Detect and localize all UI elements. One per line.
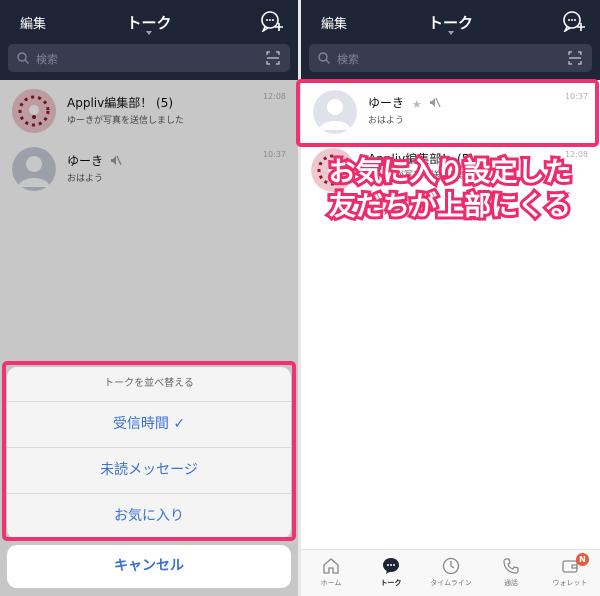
clock-icon: [442, 557, 460, 575]
chat-row-yuki-favorite[interactable]: ゆーき ★ おはよう 10:37: [301, 80, 600, 144]
left-screen: 編集 トーク 検索 Appliv編集部！ (5) ゆーきが写真を送信しました 1…: [0, 0, 298, 596]
home-icon: [323, 558, 339, 574]
chat-time: 10:37: [262, 150, 286, 159]
default-avatar: [313, 90, 357, 134]
chat-name-row: ゆーき ★: [368, 94, 441, 111]
favorite-star-icon: ★: [411, 98, 422, 111]
search-bar[interactable]: 検索: [309, 44, 592, 72]
page-title[interactable]: トーク: [301, 12, 600, 33]
tab-label: トーク: [380, 579, 402, 587]
group-avatar: [12, 89, 56, 133]
search-icon: [318, 52, 330, 64]
search-input[interactable]: 検索: [337, 51, 359, 67]
tab-label: ホーム: [320, 579, 342, 587]
talk-icon: [383, 558, 399, 574]
chat-preview: おはよう: [67, 174, 104, 184]
annotation-text-line1: お気に入り設定した: [326, 154, 575, 191]
tab-timeline[interactable]: タイムライン: [421, 550, 481, 596]
top-header: 編集 トーク 検索: [0, 0, 298, 80]
chat-name: Appliv編集部！ (5): [67, 96, 174, 110]
top-header: 編集 トーク 検索: [301, 0, 600, 80]
chat-row-appliv[interactable]: Appliv編集部！ (5) ゆーきが写真を送信しました 12:08: [0, 80, 298, 144]
cancel-button[interactable]: キャンセル: [7, 545, 291, 588]
sort-option-favorites[interactable]: お気に入り: [7, 494, 291, 539]
tab-label: タイムライン: [430, 579, 472, 587]
page-title[interactable]: トーク: [0, 12, 298, 33]
mute-icon: [110, 155, 122, 166]
search-bar[interactable]: 検索: [8, 44, 290, 72]
search-input[interactable]: 検索: [36, 51, 58, 67]
new-chat-icon[interactable]: [562, 10, 586, 32]
chat-preview: ゆーきが写真を送信しました: [67, 116, 185, 126]
sort-option-unread[interactable]: 未読メッセージ: [7, 448, 291, 494]
tab-talk[interactable]: トーク: [361, 550, 421, 596]
title-caret-icon[interactable]: [146, 31, 152, 35]
tab-home[interactable]: ホーム: [301, 550, 361, 596]
tab-wallet[interactable]: N ウォレット: [540, 550, 600, 596]
tab-calls[interactable]: 通話: [481, 550, 541, 596]
chat-row-yuki[interactable]: ゆーき おはよう 10:37: [0, 138, 298, 202]
sort-action-sheet: トークを並べ替える 受信時間 ✓ 未読メッセージ お気に入り: [7, 367, 291, 539]
sheet-title: トークを並べ替える: [7, 367, 291, 402]
qr-scan-icon[interactable]: [266, 51, 280, 65]
qr-scan-icon[interactable]: [568, 51, 582, 65]
phone-icon: [503, 558, 519, 574]
chat-preview: おはよう: [368, 116, 405, 126]
chat-name-row: ゆーき: [67, 152, 122, 169]
right-screen: 編集 トーク 検索 ゆーき ★ おはよう 10:37 Appliv編集部！ (5…: [301, 0, 600, 596]
annotation-text-line2: 友だちが上部にくる: [326, 188, 574, 225]
mute-icon: [429, 97, 441, 108]
bottom-tab-bar: ホーム トーク タイムライン 通話 N ウォレット: [301, 549, 600, 596]
chat-time: 12:08: [262, 92, 286, 101]
chat-time: 10:37: [564, 92, 588, 101]
sort-option-received-time[interactable]: 受信時間 ✓: [7, 402, 291, 448]
notification-badge: N: [576, 553, 589, 566]
default-avatar: [12, 147, 56, 191]
new-chat-icon[interactable]: [260, 10, 284, 32]
chat-name: ゆーき: [67, 154, 104, 168]
title-caret-icon[interactable]: [447, 31, 454, 35]
search-icon: [17, 52, 29, 64]
tab-label: ウォレット: [552, 579, 588, 587]
tab-label: 通話: [504, 579, 518, 587]
chat-name: ゆーき: [368, 96, 405, 110]
